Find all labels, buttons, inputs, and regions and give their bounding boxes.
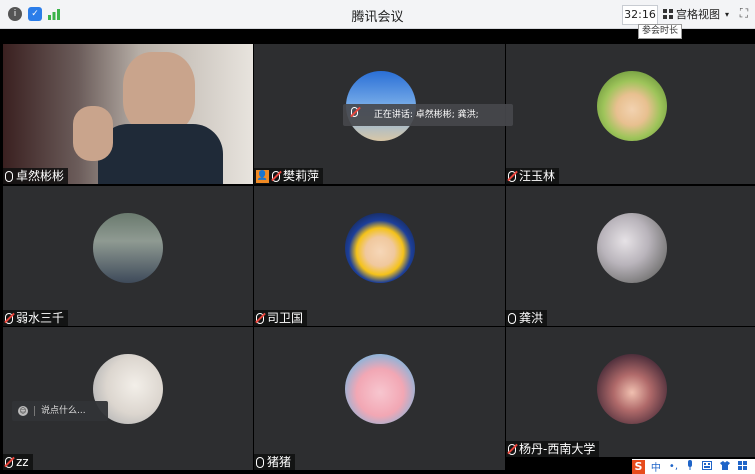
avatar [93, 213, 163, 283]
participant-name: 弱水三千 [3, 310, 69, 326]
participant-name: 卓然彬彬 [3, 168, 69, 184]
view-mode-label: 宫格视图 [676, 8, 720, 21]
participant-name: 👤 樊莉萍 [254, 168, 324, 184]
participant-name: 司卫国 [254, 310, 308, 326]
video-tile-3[interactable]: 汪玉林 [506, 44, 755, 184]
mic-muted-icon [5, 456, 13, 468]
mic-icon [256, 456, 264, 468]
participant-name: 杨丹-西南大学 [506, 441, 600, 457]
video-tile-5[interactable]: 司卫国 [254, 186, 505, 326]
timer-tooltip: 参会时长 [638, 24, 683, 39]
avatar [345, 354, 415, 424]
mic-icon [5, 170, 13, 182]
video-tile-8[interactable]: 猪猪 [254, 327, 505, 470]
participant-name: 龚洪 [506, 310, 548, 326]
participant-name: zz [3, 454, 33, 470]
ime-tray[interactable]: S 中 •, [632, 459, 755, 474]
mic-muted-icon [5, 312, 13, 324]
person-hand [73, 106, 113, 161]
mic-muted-icon [256, 312, 264, 324]
ime-lang-label[interactable]: 中 [651, 459, 661, 474]
mic-icon [508, 312, 516, 324]
emoji-icon[interactable]: ☺ [18, 406, 28, 416]
chat-input[interactable]: ☺ 说点什么... [12, 401, 108, 421]
keyboard-icon[interactable] [702, 460, 712, 473]
participant-name: 汪玉林 [506, 168, 560, 184]
sogou-logo[interactable]: S [632, 459, 645, 474]
person-face [123, 52, 195, 134]
mic-muted-icon [508, 170, 516, 182]
chevron-down-icon: ▾ [725, 9, 730, 19]
avatar [345, 213, 415, 283]
video-tile-1[interactable]: 卓然彬彬 [3, 44, 253, 184]
participant-name: 猪猪 [254, 454, 296, 470]
video-tile-4[interactable]: 弱水三千 [3, 186, 253, 326]
fullscreen-icon[interactable]: ⛶ [737, 6, 751, 20]
view-mode-button[interactable]: 宫格视图 ▾ [663, 5, 731, 23]
avatar [597, 71, 667, 141]
person-body [98, 124, 223, 184]
avatar [597, 213, 667, 283]
meeting-timer[interactable]: 32:16 [622, 5, 658, 25]
divider [34, 406, 35, 416]
grid-icon [663, 9, 673, 19]
video-tile-9[interactable]: 杨丹-西南大学 [506, 327, 755, 457]
avatar [597, 354, 667, 424]
mic-muted-icon [351, 107, 358, 117]
host-icon: 👤 [256, 169, 269, 183]
video-tile-6[interactable]: 龚洪 [506, 186, 755, 326]
mic-muted-icon [508, 443, 516, 455]
grid-menu-icon[interactable] [738, 460, 747, 473]
shirt-icon[interactable] [720, 460, 730, 473]
mic-icon[interactable] [686, 460, 694, 473]
speaking-label: 正在讲话: 卓然彬彬; 龚洪; [373, 110, 479, 120]
video-tile-7[interactable]: zz [3, 327, 253, 470]
speaking-indicator: 正在讲话: 卓然彬彬; 龚洪; [343, 104, 513, 126]
ime-punct-label[interactable]: •, [669, 461, 678, 472]
chat-placeholder: 说点什么... [41, 406, 86, 416]
mic-muted-icon [272, 170, 280, 182]
